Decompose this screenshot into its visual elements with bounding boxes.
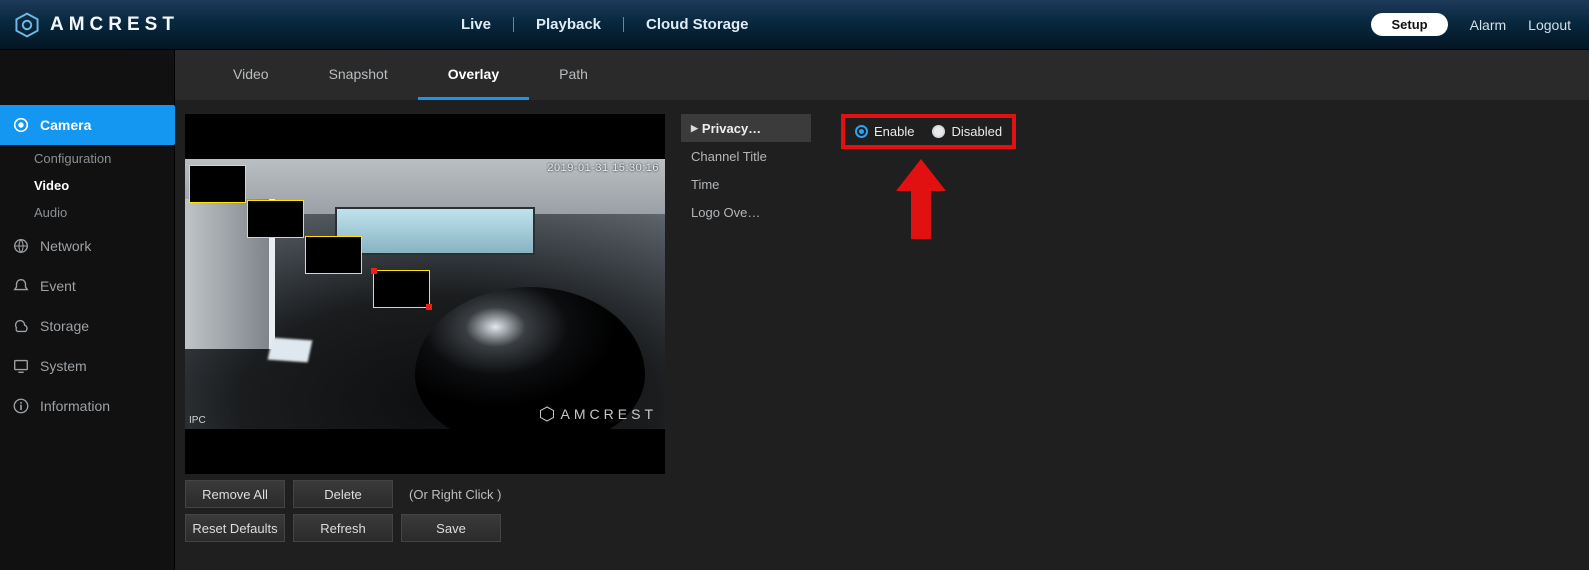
radio-circle-icon xyxy=(855,125,868,138)
sidebar-item-storage[interactable]: Storage xyxy=(0,306,174,346)
sidebar-item-network[interactable]: Network xyxy=(0,226,174,266)
highlight-box: Enable Disabled xyxy=(841,114,1016,149)
button-row-2: Reset Defaults Refresh Save xyxy=(185,514,675,542)
brand: AMCREST xyxy=(14,12,179,38)
nav-alarm[interactable]: Alarm xyxy=(1470,17,1507,33)
enable-disable-group: Enable Disabled xyxy=(841,114,1016,542)
overlay-item-channel-title[interactable]: Channel Title xyxy=(681,142,811,170)
subtabs: Video Snapshot Overlay Path xyxy=(175,50,1589,100)
letterbox xyxy=(185,429,665,474)
tab-overlay[interactable]: Overlay xyxy=(418,50,529,100)
preview-timestamp: 2019-01-31 15:30:16 xyxy=(547,162,659,174)
preview-ipc-label: IPC xyxy=(189,415,206,426)
preview-column: 2019-01-31 15:30:16 IPC AMCREST Remove A… xyxy=(185,114,675,542)
tab-snapshot[interactable]: Snapshot xyxy=(299,50,418,100)
delete-button[interactable]: Delete xyxy=(293,480,393,508)
sidebar-item-event[interactable]: Event xyxy=(0,266,174,306)
nav-setup[interactable]: Setup xyxy=(1371,13,1447,36)
nav-live[interactable]: Live xyxy=(439,16,513,33)
top-right: Setup Alarm Logout xyxy=(1371,13,1571,36)
overlay-item-privacy[interactable]: Privacy… xyxy=(681,114,811,142)
save-button[interactable]: Save xyxy=(401,514,501,542)
video-preview[interactable]: 2019-01-31 15:30:16 IPC AMCREST xyxy=(185,114,665,474)
preview-watermark: AMCREST xyxy=(539,406,657,422)
tab-video[interactable]: Video xyxy=(203,50,299,100)
nav-logout[interactable]: Logout xyxy=(1528,17,1571,33)
nav-playback[interactable]: Playback xyxy=(514,16,623,33)
content: Video Snapshot Overlay Path xyxy=(175,50,1589,570)
sidebar-sub-configuration[interactable]: Configuration xyxy=(0,145,174,172)
top-bar: AMCREST Live Playback Cloud Storage Setu… xyxy=(0,0,1589,50)
event-icon xyxy=(12,277,30,295)
right-click-hint: (Or Right Click ) xyxy=(409,487,501,502)
nav-cloud-storage[interactable]: Cloud Storage xyxy=(624,16,771,33)
sidebar-sub-audio[interactable]: Audio xyxy=(0,199,174,226)
radio-enable[interactable]: Enable xyxy=(855,124,914,139)
sidebar-item-label: System xyxy=(40,358,87,374)
top-nav: Live Playback Cloud Storage xyxy=(439,16,771,33)
sidebar-item-information[interactable]: Information xyxy=(0,386,174,426)
storage-icon xyxy=(12,317,30,335)
annotation-arrow-icon xyxy=(896,159,946,239)
radio-label: Disabled xyxy=(951,124,1002,139)
sidebar-item-camera[interactable]: Camera xyxy=(0,105,174,145)
sidebar: Camera Configuration Video Audio Network… xyxy=(0,50,175,570)
brand-name: AMCREST xyxy=(50,14,179,36)
radio-label: Enable xyxy=(874,124,914,139)
reset-defaults-button[interactable]: Reset Defaults xyxy=(185,514,285,542)
sidebar-item-label: Camera xyxy=(40,117,91,133)
panel: 2019-01-31 15:30:16 IPC AMCREST Remove A… xyxy=(175,100,1589,542)
radio-circle-icon xyxy=(932,125,945,138)
sidebar-item-label: Information xyxy=(40,398,110,414)
sidebar-item-label: Network xyxy=(40,238,91,254)
remove-all-button[interactable]: Remove All xyxy=(185,480,285,508)
privacy-mask[interactable] xyxy=(305,236,362,274)
brand-logo-icon xyxy=(14,12,40,38)
overlay-list: Privacy… Channel Title Time Logo Ove… xyxy=(681,114,811,542)
overlay-item-time[interactable]: Time xyxy=(681,170,811,198)
button-row-1: Remove All Delete (Or Right Click ) xyxy=(185,480,675,508)
overlay-item-logo[interactable]: Logo Ove… xyxy=(681,198,811,226)
privacy-mask-selected[interactable] xyxy=(373,270,430,308)
camera-icon xyxy=(12,116,30,134)
refresh-button[interactable]: Refresh xyxy=(293,514,393,542)
tab-path[interactable]: Path xyxy=(529,50,618,100)
sidebar-item-label: Storage xyxy=(40,318,89,334)
radio-disabled[interactable]: Disabled xyxy=(932,124,1002,139)
letterbox xyxy=(185,114,665,159)
privacy-mask[interactable] xyxy=(189,165,246,203)
main-area: Camera Configuration Video Audio Network… xyxy=(0,50,1589,570)
sidebar-sub-video[interactable]: Video xyxy=(0,172,174,199)
sidebar-item-system[interactable]: System xyxy=(0,346,174,386)
network-icon xyxy=(12,237,30,255)
info-icon xyxy=(12,397,30,415)
system-icon xyxy=(12,357,30,375)
privacy-mask[interactable] xyxy=(247,200,304,238)
sidebar-item-label: Event xyxy=(40,278,76,294)
